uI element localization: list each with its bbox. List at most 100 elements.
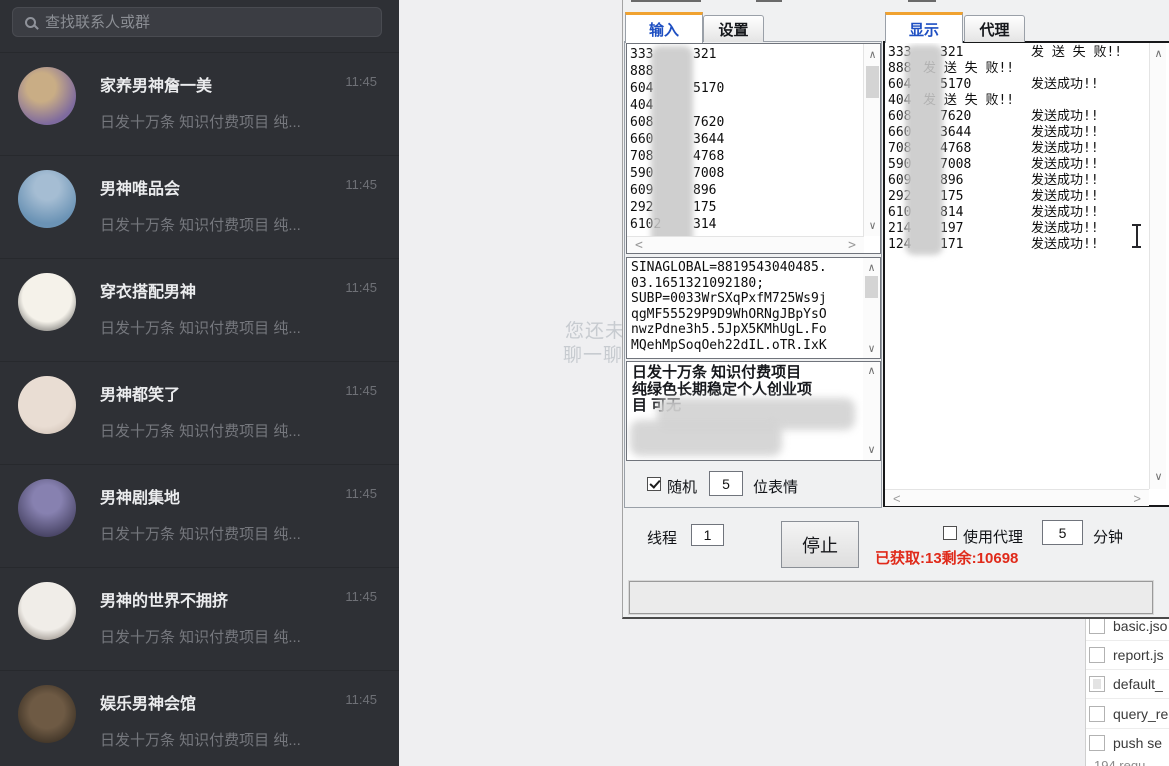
privacy-blur xyxy=(905,45,943,255)
tab-display-label: 显示 xyxy=(909,19,939,40)
chat-time: 11:45 xyxy=(345,177,377,192)
chat-item[interactable]: 男神剧集地 11:45 日发十万条 知识付费项目 纯... xyxy=(0,464,399,567)
avatar xyxy=(18,170,76,228)
result-status: 发送成功!! xyxy=(1031,157,1099,173)
result-status: 发送成功!! xyxy=(1031,109,1099,125)
scroll-down-icon[interactable]: ∨ xyxy=(863,445,880,456)
scroll-up-icon[interactable]: ∧ xyxy=(1150,49,1167,60)
chat-item[interactable]: 家养男神詹一美 11:45 日发十万条 知识付费项目 纯... xyxy=(0,52,399,155)
chat-preview: 日发十万条 知识付费项目 纯... xyxy=(100,420,301,441)
scroll-left-icon[interactable]: < xyxy=(635,237,643,254)
avatar xyxy=(18,273,76,331)
result-status: 发送成功!! xyxy=(1031,189,1099,205)
privacy-blur xyxy=(630,420,782,456)
account-number-suffix: 896 xyxy=(693,182,716,199)
account-number-suffix: 7008 xyxy=(693,165,724,182)
account-number: 604 xyxy=(630,80,653,97)
chat-preview: 日发十万条 知识付费项目 纯... xyxy=(100,317,301,338)
tab-settings[interactable]: 设置 xyxy=(703,15,764,42)
scroll-down-icon[interactable]: ∨ xyxy=(863,343,880,354)
file-checkbox[interactable] xyxy=(1089,706,1105,722)
account-number: 609 xyxy=(630,182,653,199)
sender-tool-window: 输入 设置 显示 代理 333321 888 6045170 404 60876… xyxy=(622,0,1169,619)
scroll-left-icon[interactable]: < xyxy=(893,490,901,507)
chat-item[interactable]: 娱乐男神会馆 11:45 日发十万条 知识付费项目 纯... xyxy=(0,670,399,766)
devtools-row[interactable]: default_ xyxy=(1086,670,1169,699)
avatar xyxy=(18,479,76,537)
file-checkbox[interactable] xyxy=(1089,735,1105,751)
cookie-vscrollbar[interactable]: ∧ ∨ xyxy=(863,258,880,358)
result-number-suffix: 7620 xyxy=(940,109,971,125)
scroll-right-icon[interactable]: > xyxy=(1133,490,1141,507)
thread-count-input[interactable] xyxy=(691,524,724,546)
devtools-panel: basic.jso report.js default_ query_re pu… xyxy=(1085,612,1169,766)
avatar xyxy=(18,685,76,743)
status-bar xyxy=(629,581,1153,614)
account-number: 888 xyxy=(630,63,653,80)
file-checkbox[interactable] xyxy=(1089,618,1105,634)
tab-settings-label: 设置 xyxy=(718,19,748,40)
result-list-vscrollbar[interactable]: ∧ ∨ xyxy=(1149,43,1166,489)
chat-item[interactable]: 男神的世界不拥挤 11:45 日发十万条 知识付费项目 纯... xyxy=(0,567,399,670)
tab-input[interactable]: 输入 xyxy=(625,12,703,43)
search-input[interactable] xyxy=(45,14,345,31)
account-list-hscrollbar[interactable]: < > xyxy=(627,236,864,253)
minutes-label: 分钟 xyxy=(1093,526,1123,547)
account-number-suffix: 175 xyxy=(693,199,716,216)
file-label: basic.jso xyxy=(1113,618,1167,634)
result-number-suffix: 5170 xyxy=(940,77,971,93)
account-number: 404 xyxy=(630,97,653,114)
chat-item[interactable]: 穿衣搭配男神 11:45 日发十万条 知识付费项目 纯... xyxy=(0,258,399,361)
cutoff-title-mark xyxy=(756,0,782,2)
chat-time: 11:45 xyxy=(345,280,377,295)
scroll-down-icon[interactable]: ∨ xyxy=(864,220,881,231)
devtools-row[interactable]: query_re xyxy=(1086,700,1169,729)
message-textarea[interactable]: 日发十万条 知识付费项目 纯绿色长期稳定个人创业项 目 可无 ∧ ∨ xyxy=(626,361,881,461)
chat-item[interactable]: 男神唯品会 11:45 日发十万条 知识付费项目 纯... xyxy=(0,155,399,258)
random-checkbox[interactable] xyxy=(647,477,661,491)
scroll-up-icon[interactable]: ∧ xyxy=(863,366,880,377)
proxy-minutes-input[interactable] xyxy=(1042,520,1083,545)
devtools-row[interactable]: report.js xyxy=(1086,641,1169,670)
account-list[interactable]: 333321 888 6045170 404 6087620 6603644 7… xyxy=(626,43,881,254)
tab-proxy[interactable]: 代理 xyxy=(964,15,1025,42)
result-number-suffix: 814 xyxy=(940,205,963,221)
result-number-suffix: 896 xyxy=(940,173,963,189)
chat-preview: 日发十万条 知识付费项目 纯... xyxy=(100,523,301,544)
cutoff-title-mark xyxy=(631,0,701,2)
use-proxy-checkbox[interactable] xyxy=(943,526,957,540)
chat-item[interactable]: 男神都笑了 11:45 日发十万条 知识付费项目 纯... xyxy=(0,361,399,464)
result-list-hscrollbar[interactable]: < > xyxy=(885,489,1149,506)
account-number-suffix: 7620 xyxy=(693,114,724,131)
scroll-down-icon[interactable]: ∨ xyxy=(1150,472,1167,483)
chat-title: 男神都笑了 xyxy=(100,381,180,405)
thread-label: 线程 xyxy=(647,527,677,548)
result-number-suffix: 7008 xyxy=(940,157,971,173)
scroll-thumb[interactable] xyxy=(866,66,879,98)
random-count-input[interactable] xyxy=(709,471,743,496)
chat-time: 11:45 xyxy=(345,383,377,398)
chat-title: 穿衣搭配男神 xyxy=(100,278,196,302)
chat-title: 男神唯品会 xyxy=(100,175,180,199)
scroll-right-icon[interactable]: > xyxy=(848,237,856,254)
account-number: 590 xyxy=(630,165,653,182)
fetch-stats: 已获取:13剩余:10698 xyxy=(875,547,1018,568)
stop-button[interactable]: 停止 xyxy=(781,521,859,568)
scroll-up-icon[interactable]: ∧ xyxy=(864,49,881,60)
scroll-thumb[interactable] xyxy=(865,276,878,298)
file-checkbox[interactable] xyxy=(1089,676,1105,692)
tab-display[interactable]: 显示 xyxy=(885,12,963,43)
devtools-row[interactable]: push se xyxy=(1086,729,1169,758)
scroll-up-icon[interactable]: ∧ xyxy=(863,262,880,273)
file-checkbox[interactable] xyxy=(1089,647,1105,663)
account-number-suffix: 314 xyxy=(693,216,716,233)
account-number-suffix: 321 xyxy=(693,46,716,63)
cookie-text: SINAGLOBAL=8819543040485. 03.16513210921… xyxy=(631,260,863,354)
message-line: 纯绿色长期稳定个人创业项 xyxy=(632,382,862,399)
message-vscrollbar[interactable]: ∧ ∨ xyxy=(863,362,880,460)
chat-time: 11:45 xyxy=(345,589,377,604)
cookie-textarea[interactable]: SINAGLOBAL=8819543040485. 03.16513210921… xyxy=(626,257,881,359)
account-list-vscrollbar[interactable]: ∧ ∨ xyxy=(863,44,880,236)
search-bar[interactable] xyxy=(12,7,382,37)
message-line: 日发十万条 知识付费项目 xyxy=(632,365,862,382)
